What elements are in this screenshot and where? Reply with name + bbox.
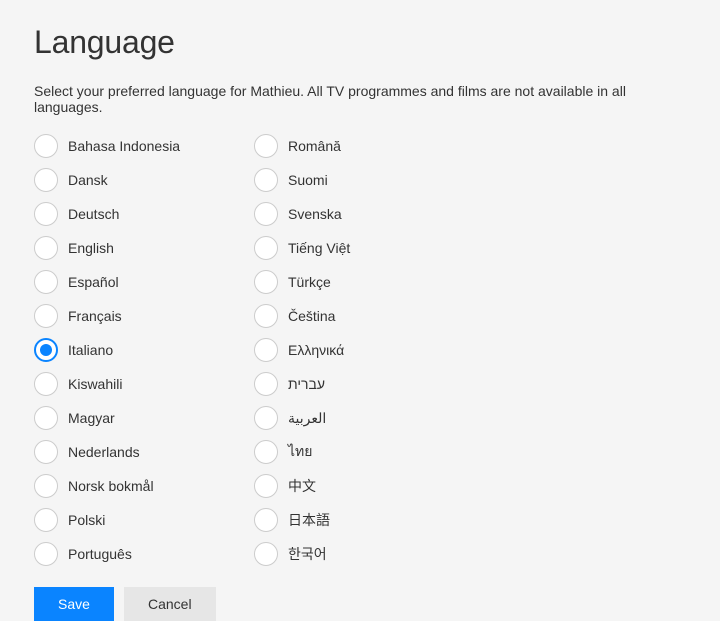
language-description: Select your preferred language for Mathi… xyxy=(34,83,686,115)
language-option[interactable]: Svenska xyxy=(254,197,434,231)
language-label: Español xyxy=(68,274,119,290)
language-label: 한국어 xyxy=(288,544,327,564)
language-label: Suomi xyxy=(288,172,328,188)
language-label: Dansk xyxy=(68,172,108,188)
save-button[interactable]: Save xyxy=(34,587,114,621)
radio-icon xyxy=(254,474,278,498)
radio-icon xyxy=(34,236,58,260)
language-option[interactable]: Nederlands xyxy=(34,435,214,469)
radio-icon xyxy=(34,406,58,430)
language-option[interactable]: العربية xyxy=(254,401,434,435)
language-option[interactable]: Magyar xyxy=(34,401,214,435)
language-option[interactable]: Suomi xyxy=(254,163,434,197)
language-option[interactable]: Türkçe xyxy=(254,265,434,299)
radio-icon xyxy=(34,542,58,566)
language-option[interactable]: Čeština xyxy=(254,299,434,333)
radio-icon xyxy=(34,134,58,158)
language-label: ไทย xyxy=(288,441,312,463)
language-option[interactable]: 日本語 xyxy=(254,503,434,537)
language-option[interactable]: Norsk bokmål xyxy=(34,469,214,503)
radio-icon xyxy=(254,440,278,464)
language-label: العربية xyxy=(288,410,326,427)
cancel-button[interactable]: Cancel xyxy=(124,587,216,621)
language-label: Português xyxy=(68,546,132,562)
language-label: Nederlands xyxy=(68,444,140,460)
language-label: Kiswahili xyxy=(68,376,122,392)
radio-icon xyxy=(34,270,58,294)
radio-icon xyxy=(34,338,58,362)
radio-icon xyxy=(254,508,278,532)
language-option[interactable]: Română xyxy=(254,129,434,163)
radio-icon xyxy=(254,338,278,362)
language-option[interactable]: Kiswahili xyxy=(34,367,214,401)
language-label: Magyar xyxy=(68,410,115,426)
language-option[interactable]: Português xyxy=(34,537,214,571)
language-option[interactable]: English xyxy=(34,231,214,265)
radio-icon xyxy=(254,168,278,192)
language-option[interactable]: ไทย xyxy=(254,435,434,469)
language-label: Tiếng Việt xyxy=(288,240,350,256)
language-label: Svenska xyxy=(288,206,342,222)
radio-icon xyxy=(254,406,278,430)
language-label: 日本語 xyxy=(288,510,330,530)
language-option[interactable]: 한국어 xyxy=(254,537,434,571)
language-label: Polski xyxy=(68,512,105,528)
radio-icon xyxy=(254,134,278,158)
language-label: Bahasa Indonesia xyxy=(68,138,180,154)
radio-icon xyxy=(34,372,58,396)
language-option[interactable]: Ελληνικά xyxy=(254,333,434,367)
language-label: Ελληνικά xyxy=(288,342,344,358)
language-label: Română xyxy=(288,138,341,154)
button-row: Save Cancel xyxy=(34,587,686,621)
language-option[interactable]: עברית xyxy=(254,367,434,401)
language-option[interactable]: Español xyxy=(34,265,214,299)
language-option[interactable]: Italiano xyxy=(34,333,214,367)
radio-icon xyxy=(34,202,58,226)
language-option[interactable]: 中文 xyxy=(254,469,434,503)
radio-icon xyxy=(34,304,58,328)
language-option[interactable]: Dansk xyxy=(34,163,214,197)
language-column-left: Bahasa Indonesia Dansk Deutsch English Españ… xyxy=(34,129,214,571)
radio-icon xyxy=(254,542,278,566)
radio-icon xyxy=(254,372,278,396)
language-column-right: Română Suomi Svenska Tiếng Việt Türkçe Češtin… xyxy=(254,129,434,571)
radio-icon xyxy=(34,508,58,532)
language-label: 中文 xyxy=(288,476,316,496)
language-label: Čeština xyxy=(288,308,335,324)
radio-icon xyxy=(254,270,278,294)
language-option[interactable]: Français xyxy=(34,299,214,333)
language-option[interactable]: Bahasa Indonesia xyxy=(34,129,214,163)
language-label: עברית xyxy=(288,376,325,392)
language-option[interactable]: Deutsch xyxy=(34,197,214,231)
radio-icon xyxy=(254,202,278,226)
language-label: Türkçe xyxy=(288,274,331,290)
radio-icon xyxy=(34,440,58,464)
radio-icon xyxy=(34,474,58,498)
language-option[interactable]: Tiếng Việt xyxy=(254,231,434,265)
page-title: Language xyxy=(34,24,686,61)
language-options: Bahasa Indonesia Dansk Deutsch English Españ… xyxy=(34,129,686,571)
language-option[interactable]: Polski xyxy=(34,503,214,537)
radio-icon xyxy=(254,236,278,260)
language-label: Français xyxy=(68,308,122,324)
language-label: English xyxy=(68,240,114,256)
language-label: Italiano xyxy=(68,342,113,358)
radio-icon xyxy=(34,168,58,192)
language-label: Deutsch xyxy=(68,206,119,222)
radio-icon xyxy=(254,304,278,328)
language-label: Norsk bokmål xyxy=(68,478,154,494)
